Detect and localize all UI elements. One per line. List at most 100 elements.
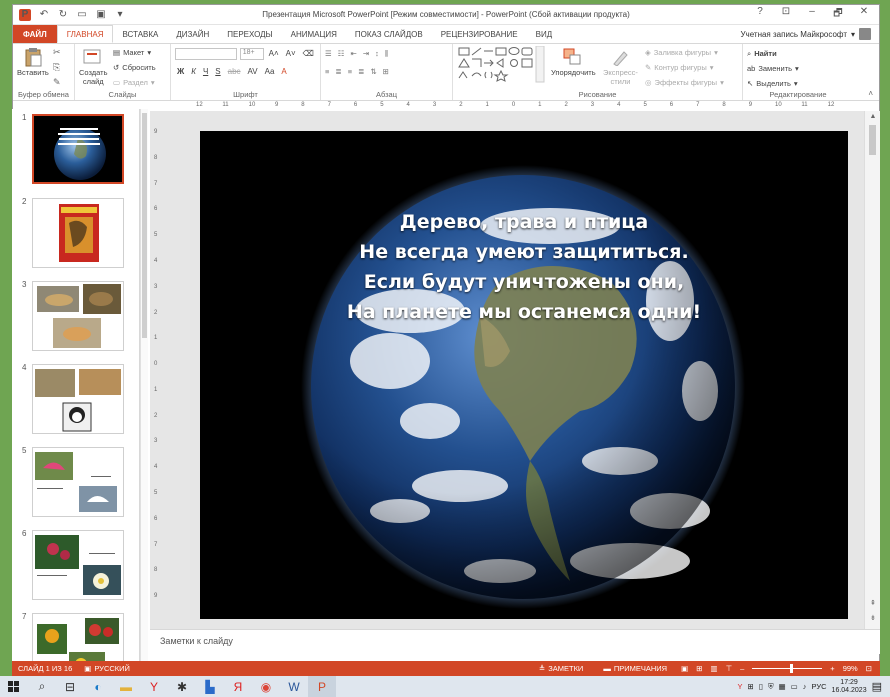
notes-toggle[interactable]: ≜ ЗАМЕТКИ <box>533 664 589 673</box>
text-direction-icon[interactable]: ⇅ <box>370 67 376 76</box>
thumbnail-slide-1[interactable] <box>32 114 124 184</box>
format-painter-icon[interactable]: ✎ <box>53 77 61 88</box>
shadow-button[interactable]: S <box>213 67 222 76</box>
reading-view-icon[interactable]: ▥ <box>710 664 717 673</box>
italic-button[interactable]: К <box>189 67 198 76</box>
language-indicator[interactable]: ▣ РУССКИЙ <box>78 664 136 673</box>
thumbnail-slide-5[interactable] <box>32 447 124 517</box>
close-button[interactable]: ✕ <box>857 6 871 23</box>
zoom-slider[interactable] <box>752 664 823 673</box>
help-button[interactable]: ? <box>753 6 767 23</box>
increase-indent-icon[interactable]: ⇥ <box>363 49 369 58</box>
thumbnail-slide-4[interactable] <box>32 364 124 434</box>
edge-icon[interactable]: ◐ <box>84 676 112 697</box>
file-explorer-icon[interactable]: ▬ <box>112 676 140 697</box>
input-language[interactable]: РУС <box>812 682 827 691</box>
sorter-view-icon[interactable]: ⊞ <box>696 664 702 673</box>
tray-app-icon[interactable]: ⊞ <box>748 682 754 691</box>
justify-icon[interactable]: ≣ <box>358 67 364 76</box>
network-icon[interactable]: ▦ <box>779 682 786 691</box>
layout-button[interactable]: ▤ Макет ▾ <box>113 45 156 60</box>
restore-button[interactable]: 🗗 <box>831 6 845 23</box>
thumbnail-slide-6[interactable] <box>32 530 124 600</box>
chrome-icon[interactable]: ◉ <box>252 676 280 697</box>
thumbnail-slide-7[interactable] <box>32 613 124 661</box>
replace-button[interactable]: ab Заменить ▾ <box>747 61 849 76</box>
smartart-icon[interactable]: ⊞ <box>383 67 389 76</box>
account-menu[interactable]: Учетная запись Майкрософт ▾ <box>740 25 879 43</box>
battery-icon[interactable]: ▯ <box>759 682 763 691</box>
numbering-icon[interactable]: ☷ <box>338 49 345 58</box>
tab-design[interactable]: ДИЗАЙН <box>167 25 218 43</box>
thumbnail-slide-2[interactable] <box>32 198 124 268</box>
cut-icon[interactable]: ✂ <box>53 47 61 58</box>
next-slide-icon[interactable]: ⇟ <box>865 614 881 622</box>
search-icon[interactable]: ⌕ <box>28 676 56 697</box>
align-center-icon[interactable]: ≣ <box>335 67 341 76</box>
quick-styles-button[interactable]: Экспресс- стили <box>603 46 638 86</box>
find-button[interactable]: ⌕ Найти <box>747 46 849 61</box>
change-case-button[interactable]: Aa <box>263 67 277 76</box>
start-slideshow-icon[interactable]: ▭ <box>76 9 88 21</box>
canvas-scrollbar[interactable]: ▲ ⇞ ⇟ <box>864 111 880 629</box>
ribbon-display-button[interactable]: ⊡ <box>779 6 793 23</box>
notifications-icon[interactable]: ▤ <box>872 680 882 693</box>
underline-button[interactable]: Ч <box>201 67 210 76</box>
notes-pane[interactable]: Заметки к слайду <box>150 629 880 654</box>
tab-animation[interactable]: АНИМАЦИЯ <box>282 25 346 43</box>
tab-slideshow[interactable]: ПОКАЗ СЛАЙДОВ <box>346 25 432 43</box>
collapse-ribbon-icon[interactable]: ˄ <box>868 89 873 98</box>
tab-transitions[interactable]: ПЕРЕХОДЫ <box>218 25 281 43</box>
tab-review[interactable]: РЕЦЕНЗИРОВАНИЕ <box>432 25 527 43</box>
app-icon[interactable]: ✱ <box>168 676 196 697</box>
slide-poem-text[interactable]: Дерево, трава и птица Не всегда умеют за… <box>200 207 848 327</box>
align-right-icon[interactable]: ≡ <box>348 67 352 76</box>
section-button[interactable]: ▭ Раздел ▾ <box>113 75 156 90</box>
previous-slide-icon[interactable]: ⇞ <box>865 599 881 607</box>
align-left-icon[interactable]: ≡ <box>325 67 329 76</box>
scroll-thumb[interactable] <box>142 113 147 338</box>
redo-icon[interactable]: ↻ <box>57 9 69 21</box>
font-size-select[interactable]: 18+ <box>239 47 264 60</box>
comments-toggle[interactable]: ▬ ПРИМЕЧАНИЯ <box>597 664 673 673</box>
minimize-button[interactable]: – <box>805 6 819 23</box>
powerpoint-taskbar-icon[interactable]: P <box>308 676 336 697</box>
fit-slide-icon[interactable]: ⊡ <box>866 664 872 673</box>
thumbnail-slide-3[interactable] <box>32 281 124 351</box>
task-view-icon[interactable]: ⊟ <box>56 676 84 697</box>
zoom-level[interactable]: 99% <box>843 664 858 673</box>
normal-view-icon[interactable]: ▣ <box>681 664 688 673</box>
tab-home[interactable]: ГЛАВНАЯ <box>56 25 114 43</box>
save-icon[interactable]: ▣ <box>95 9 107 21</box>
font-family-select[interactable] <box>175 47 237 60</box>
powerpoint-logo-icon[interactable]: P <box>19 8 31 21</box>
volume-icon[interactable]: ♪ <box>803 682 807 691</box>
shape-outline-button[interactable]: ✎ Контур фигуры ▾ <box>645 60 724 75</box>
yandex-browser-icon[interactable]: Y <box>140 676 168 697</box>
photos-icon[interactable]: ▙ <box>196 676 224 697</box>
select-button[interactable]: ↖ Выделить ▾ <box>747 76 849 91</box>
clock[interactable]: 17:29 16.04.2023 <box>832 679 867 695</box>
yandex-tray-icon[interactable]: Y <box>738 682 743 691</box>
shape-effects-button[interactable]: ◎ Эффекты фигуры ▾ <box>645 75 724 90</box>
clear-format-icon[interactable]: ⌫ <box>301 49 316 58</box>
scroll-thumb[interactable] <box>869 125 876 155</box>
yandex-icon[interactable]: Я <box>224 676 252 697</box>
paste-button[interactable]: Вставить <box>17 46 49 77</box>
bold-button[interactable]: Ж <box>175 67 186 76</box>
strikethrough-button[interactable]: abc <box>226 67 243 76</box>
zoom-in-icon[interactable]: + <box>830 664 834 673</box>
customize-qat-icon[interactable]: ▾ <box>114 9 126 21</box>
undo-icon[interactable]: ↶ <box>38 9 50 21</box>
line-spacing-icon[interactable]: ↕ <box>375 49 379 58</box>
shapes-gallery[interactable] <box>457 45 545 86</box>
grow-font-icon[interactable]: A˄ <box>267 49 281 58</box>
current-slide[interactable]: Дерево, трава и птица Не всегда умеют за… <box>200 131 848 619</box>
windows-start-icon[interactable] <box>0 676 28 697</box>
zoom-slider-knob[interactable] <box>790 664 794 673</box>
tab-view[interactable]: ВИД <box>527 25 562 43</box>
font-color-icon[interactable]: A <box>279 67 288 76</box>
word-icon[interactable]: W <box>280 676 308 697</box>
bullets-icon[interactable]: ☰ <box>325 49 332 58</box>
reset-button[interactable]: ↺ Сбросить <box>113 60 156 75</box>
